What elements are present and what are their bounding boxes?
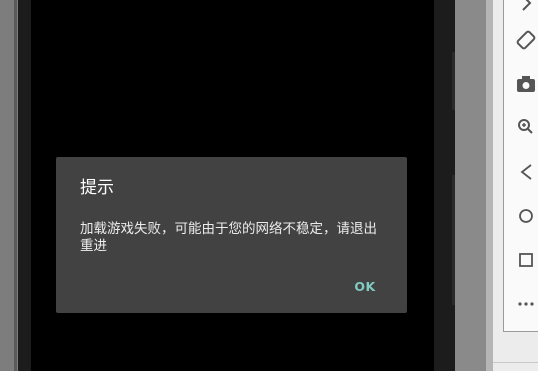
more-icon[interactable] [514,292,538,316]
rotate-right-icon[interactable] [514,28,538,52]
overview-icon[interactable] [514,248,538,272]
zoom-icon[interactable] [514,115,538,139]
camera-icon[interactable] [514,72,538,96]
dialog-title: 提示 [80,178,114,198]
dialog-message: 加载游戏失败，可能由于您的网络不稳定，请退出重进 [80,221,377,254]
emulator-frame-right [455,0,488,371]
back-icon[interactable] [514,160,538,184]
rotate-left-icon[interactable] [514,0,538,14]
toolbar-divider [493,362,538,363]
home-icon[interactable] [514,204,538,228]
emulator-frame-edge [14,0,17,371]
emulator-frame-right-edge [486,0,493,371]
ok-button[interactable]: OK [344,272,386,300]
